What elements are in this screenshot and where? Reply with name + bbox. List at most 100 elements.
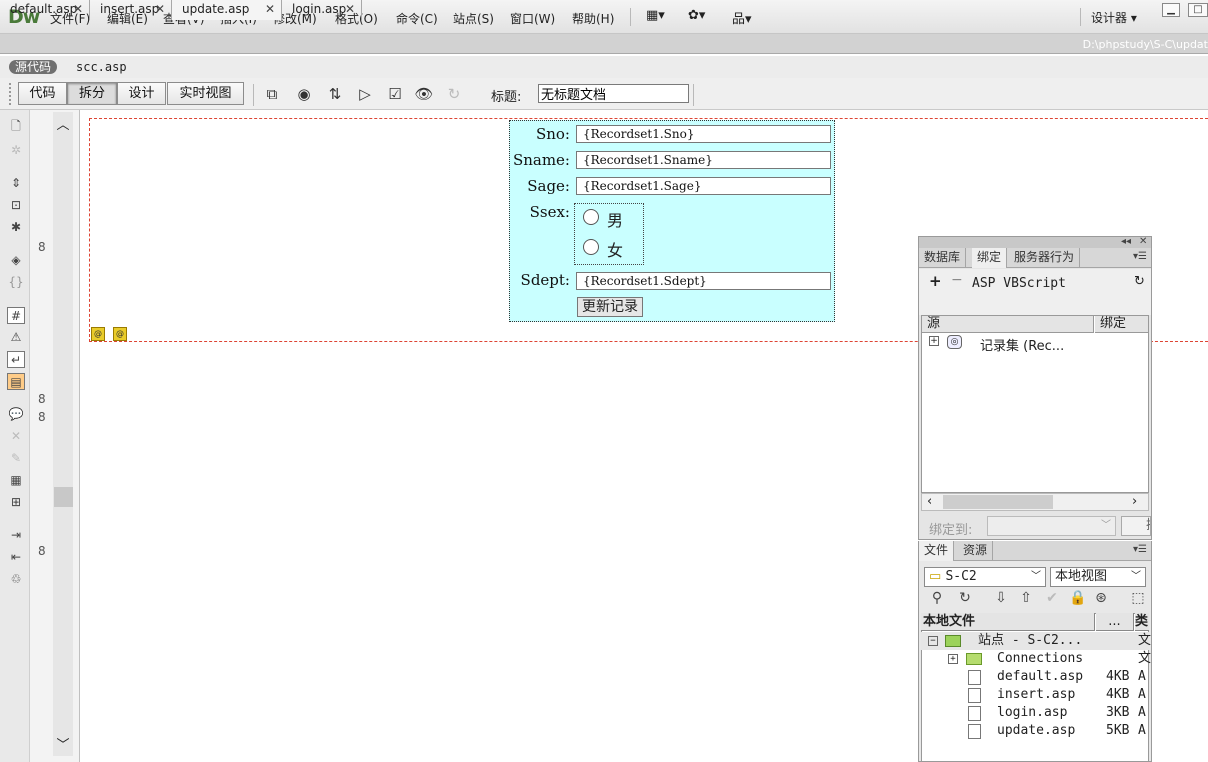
- column-size[interactable]: ...: [1096, 613, 1134, 631]
- recent-snippets-icon[interactable]: ▦: [7, 472, 25, 489]
- move-css-icon[interactable]: ⊞: [7, 494, 25, 511]
- tab-label: default.asp: [10, 2, 78, 16]
- scroll-left-icon[interactable]: ‹: [927, 494, 932, 509]
- remove-binding-button[interactable]: −: [951, 272, 963, 288]
- highlight-invalid-icon[interactable]: ⚠: [7, 329, 25, 346]
- check-browser-icon[interactable]: ☑: [385, 85, 405, 103]
- indent-icon[interactable]: ⇥: [7, 527, 25, 544]
- gear-icon[interactable]: ✿▾: [688, 8, 714, 24]
- open-documents-icon[interactable]: 🗋: [7, 118, 25, 135]
- tab-databases[interactable]: 数据库: [919, 248, 967, 268]
- tab-server-behaviors[interactable]: 服务器行为: [1009, 248, 1081, 268]
- tab-assets[interactable]: 资源: [958, 541, 994, 561]
- menu-commands[interactable]: 命令(C): [396, 10, 438, 27]
- split-view-button[interactable]: 拆分: [67, 82, 117, 105]
- tab-login-asp[interactable]: login.asp ✕: [282, 0, 362, 20]
- minimize-icon[interactable]: ▁: [1162, 3, 1180, 17]
- expand-panel-icon[interactable]: ⬚: [1129, 589, 1147, 607]
- column-binding[interactable]: 绑定: [1095, 316, 1148, 333]
- code-view-button[interactable]: 代码: [18, 82, 67, 105]
- column-local-files[interactable]: 本地文件: [921, 613, 1095, 631]
- visual-aids-icon[interactable]: 👁: [414, 85, 434, 103]
- collapse-selection-icon[interactable]: ⊡: [7, 197, 25, 214]
- view-select[interactable]: 本地视图 ﹀: [1050, 567, 1146, 587]
- tab-insert-asp[interactable]: insert.asp ✕: [90, 0, 172, 20]
- close-icon[interactable]: ✕: [345, 0, 355, 19]
- tab-files[interactable]: 文件: [919, 541, 955, 561]
- layout-icon[interactable]: ▦▾: [646, 8, 670, 24]
- workspace-switcher[interactable]: 设计器 ▾: [1091, 9, 1137, 26]
- close-panel-icon[interactable]: ✕: [1139, 236, 1147, 247]
- asp-script-marker-icon[interactable]: @: [113, 327, 127, 341]
- close-icon[interactable]: ✕: [155, 0, 165, 19]
- menu-help[interactable]: 帮助(H): [572, 10, 614, 27]
- sname-field[interactable]: {Recordset1.Sname}: [576, 151, 831, 169]
- close-icon[interactable]: ✕: [265, 0, 275, 19]
- bindings-scroll-thumb[interactable]: [943, 495, 1053, 509]
- expand-icon[interactable]: +: [929, 336, 939, 346]
- line-numbers-icon[interactable]: #: [7, 307, 25, 324]
- format-source-icon[interactable]: ♲: [7, 571, 25, 588]
- code-scroll-thumb[interactable]: [54, 487, 73, 507]
- close-icon[interactable]: ✕: [73, 0, 83, 19]
- refresh-icon[interactable]: ↻: [1134, 274, 1145, 289]
- panel-options-icon[interactable]: ▾☰: [1133, 544, 1147, 555]
- collapse-panel-icon[interactable]: ◂◂: [1121, 236, 1131, 247]
- sdept-field[interactable]: {Recordset1.Sdept}: [576, 272, 831, 290]
- file-row-login-asp[interactable]: login.asp 3KB A: [921, 704, 1149, 722]
- scroll-down-icon[interactable]: ﹀: [54, 734, 72, 753]
- design-view-button[interactable]: 设计: [117, 82, 166, 105]
- put-files-icon[interactable]: ⇧: [1017, 589, 1035, 607]
- file-row-update-asp[interactable]: update.asp 5KB A: [921, 722, 1149, 740]
- site-select[interactable]: ▭ S-C2 ﹀: [924, 567, 1046, 587]
- synchronize-icon[interactable]: ⊛: [1092, 589, 1110, 607]
- file-row-connections[interactable]: + Connections 文: [921, 650, 1151, 668]
- related-file-link[interactable]: scc.asp: [76, 60, 127, 74]
- tab-bindings[interactable]: 绑定: [972, 248, 1008, 268]
- site-map-icon[interactable]: 品▾: [732, 8, 758, 27]
- expand-icon[interactable]: +: [948, 654, 958, 664]
- radio-female[interactable]: [583, 239, 599, 255]
- file-management-icon[interactable]: ⇅: [325, 85, 345, 103]
- get-files-icon[interactable]: ⇩: [992, 589, 1010, 607]
- word-wrap-icon[interactable]: ↵: [7, 351, 25, 368]
- select-parent-tag-icon[interactable]: ◈: [7, 252, 25, 269]
- update-record-button[interactable]: 更新记录: [577, 297, 643, 317]
- expand-all-icon[interactable]: ✱: [7, 219, 25, 236]
- column-type[interactable]: 类: [1135, 613, 1149, 631]
- doc-title-input[interactable]: [538, 84, 689, 103]
- sno-field[interactable]: {Recordset1.Sno}: [576, 125, 831, 143]
- scroll-up-icon[interactable]: ︿: [54, 114, 72, 133]
- multiscreen-icon[interactable]: ⧉: [262, 85, 282, 103]
- file-row-default-asp[interactable]: default.asp 4KB A: [921, 668, 1149, 686]
- insert-binding-button[interactable]: 插: [1121, 516, 1151, 536]
- recordset-item[interactable]: 记录集 (Rec...: [980, 335, 1064, 354]
- menu-window[interactable]: 窗口(W): [510, 10, 555, 27]
- refresh-icon[interactable]: ↻: [956, 589, 974, 607]
- connect-icon[interactable]: ⚲: [928, 589, 946, 607]
- w3c-validation-icon[interactable]: ▷: [355, 85, 375, 103]
- code-vertical-scrollbar[interactable]: [53, 112, 73, 756]
- menu-site[interactable]: 站点(S): [453, 10, 494, 27]
- collapse-icon[interactable]: −: [928, 636, 938, 646]
- browser-preview-icon[interactable]: ◉: [294, 85, 314, 103]
- asp-script-marker-icon[interactable]: @: [91, 327, 105, 341]
- tab-update-asp[interactable]: update.asp ✕: [171, 0, 282, 20]
- sage-field[interactable]: {Recordset1.Sage}: [576, 177, 831, 195]
- collapse-tag-icon[interactable]: ⇕: [7, 175, 25, 192]
- column-source[interactable]: 源: [922, 316, 1094, 333]
- file-row-site[interactable]: − 站点 - S-C2... 文: [921, 632, 1151, 650]
- radio-male[interactable]: [583, 209, 599, 225]
- file-row-insert-asp[interactable]: insert.asp 4KB A: [921, 686, 1149, 704]
- maximize-icon[interactable]: □: [1188, 3, 1208, 17]
- balance-braces-icon[interactable]: {}: [7, 274, 25, 291]
- scroll-right-icon[interactable]: ›: [1132, 494, 1137, 509]
- add-binding-button[interactable]: +: [929, 272, 942, 290]
- tab-default-asp[interactable]: default.asp ✕: [0, 0, 90, 20]
- syntax-coloring-icon[interactable]: ▤: [7, 373, 25, 390]
- live-view-button[interactable]: 实时视图: [167, 82, 244, 105]
- outdent-icon[interactable]: ⇤: [7, 549, 25, 566]
- source-code-badge[interactable]: 源代码: [9, 60, 58, 74]
- panel-options-icon[interactable]: ▾☰: [1133, 251, 1147, 262]
- apply-comment-icon[interactable]: 💬: [7, 406, 25, 423]
